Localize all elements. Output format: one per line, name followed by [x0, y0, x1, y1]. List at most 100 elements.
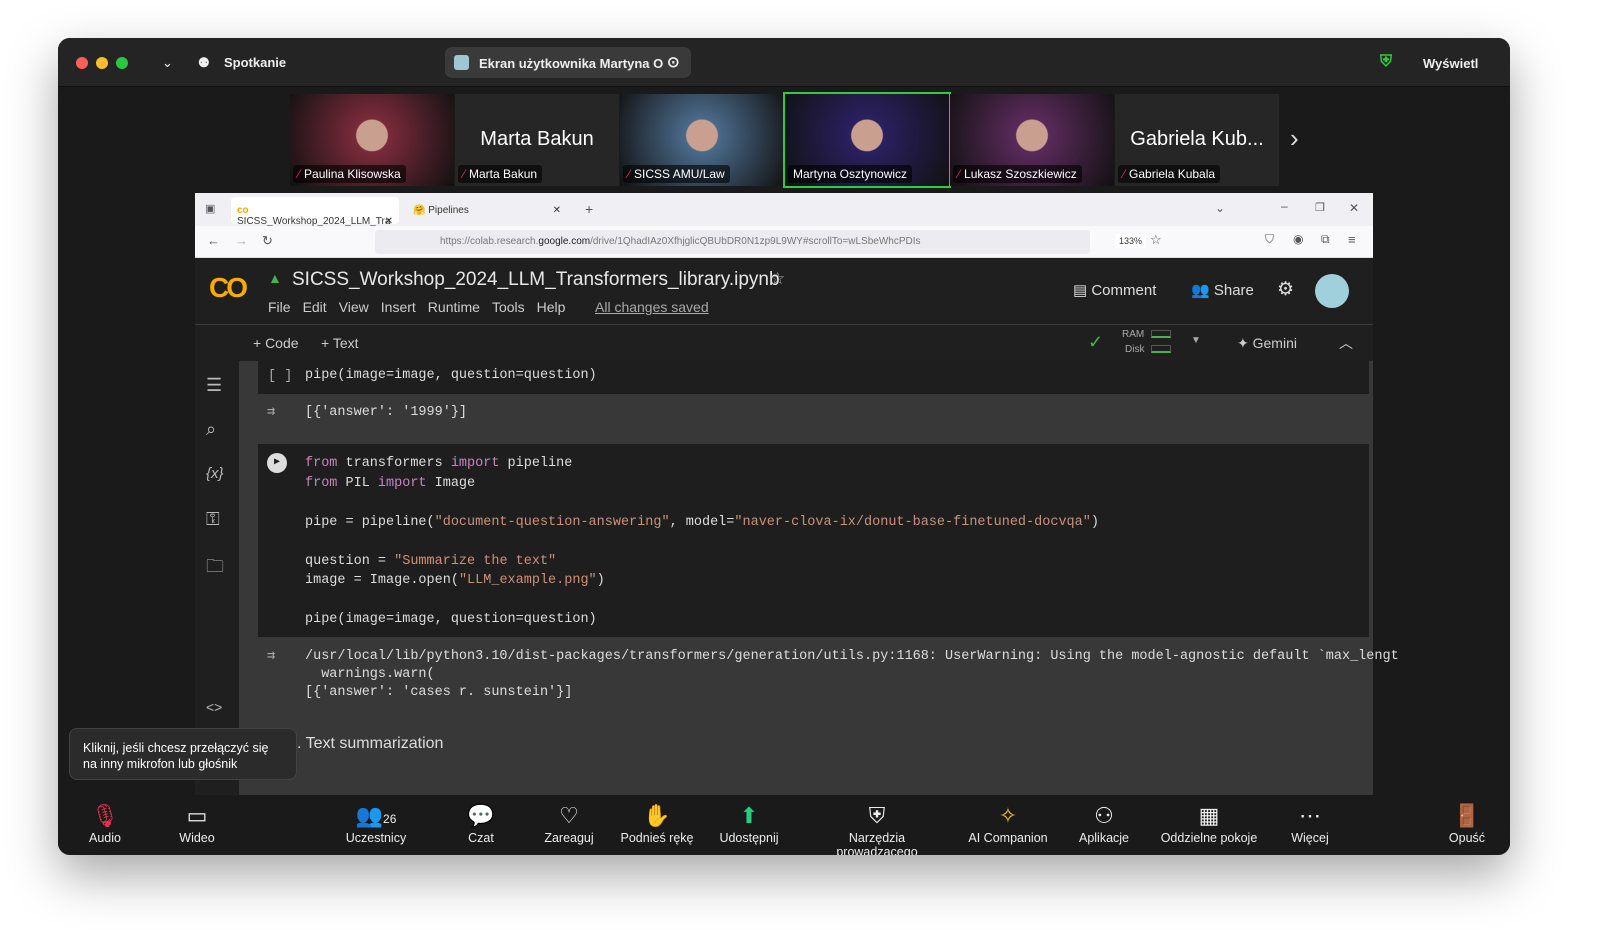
menu-insert[interactable]: Insert: [381, 299, 416, 315]
toolbar-aplikacje[interactable]: ⚇ Aplikacje: [1044, 803, 1164, 845]
wideo-icon: ▭: [186, 803, 208, 828]
add-text-button[interactable]: + Text: [321, 335, 359, 351]
tab-pipelines[interactable]: 🤗 Pipelines ✕: [407, 197, 567, 224]
share-button[interactable]: 👥 Share: [1191, 281, 1254, 299]
key-icon[interactable]: ⚿: [206, 509, 220, 530]
toolbar-label: Zareaguj: [544, 831, 594, 845]
code-cell[interactable]: ▶ from transformers import pipeline from…: [258, 444, 1369, 637]
variables-icon[interactable]: {x}: [206, 465, 224, 482]
add-code-button[interactable]: + Code: [253, 335, 299, 351]
mic-muted-icon: ⁄: [1123, 167, 1126, 181]
notebook-toolbar: + Code + Text ✓ RAM Disk ▼ ✦ Gemini ︿: [195, 325, 1373, 361]
minimize-window-button[interactable]: [96, 57, 108, 69]
code-snippets-icon[interactable]: <>: [206, 699, 222, 715]
toolbar-label: Uczestnicy: [345, 831, 407, 845]
toolbar-narzędzia-prowadzącego[interactable]: ⛨ Narzędzia prowadzącego: [817, 803, 937, 855]
participant-tile[interactable]: Marta Bakun ⁄ Marta Bakun: [455, 94, 619, 186]
participant-tile[interactable]: ⁄ Paulina Klisowska: [290, 94, 454, 186]
view-button[interactable]: Wyświetl: [1423, 56, 1478, 71]
minimize-button[interactable]: –: [1281, 199, 1288, 213]
close-window-button[interactable]: ✕: [1349, 201, 1359, 215]
menu-view[interactable]: View: [339, 299, 369, 315]
pocket-icon[interactable]: ⛉: [1265, 232, 1274, 247]
cell-output: [{'answer': '1999'}]: [305, 405, 468, 420]
output-toggle-icon[interactable]: ⇉: [267, 403, 275, 420]
run-cell-button[interactable]: ▶: [267, 453, 287, 473]
menu-icon[interactable]: ≡: [1348, 232, 1356, 247]
next-page-icon[interactable]: ›: [1290, 123, 1299, 154]
participant-tile[interactable]: ⁄ Lukasz Szoszkiewicz: [950, 94, 1114, 186]
participant-tile[interactable]: Martyna Osztynowicz: [783, 92, 951, 188]
gemini-button[interactable]: ✦ Gemini: [1237, 335, 1297, 352]
account-icon[interactable]: ◉: [1293, 232, 1303, 246]
participant-name: ⁄ Marta Bakun: [458, 165, 543, 183]
menu-tools[interactable]: Tools: [492, 299, 525, 315]
zoom-level[interactable]: 133%: [1115, 234, 1147, 248]
cell-code[interactable]: pipe(image=image, question=question): [258, 361, 1369, 386]
participant-count: 26: [383, 812, 397, 826]
menu-edit[interactable]: Edit: [303, 299, 327, 315]
colab-logo[interactable]: CO: [209, 272, 248, 304]
section-heading[interactable]: . Text summarization: [297, 735, 443, 753]
comment-button[interactable]: ▤ Comment: [1073, 281, 1156, 299]
star-icon[interactable]: ☆: [770, 269, 785, 289]
url-path: /drive/1QhadIAz0XfhjglicQBUbDR0N1zp9L9WY…: [590, 236, 921, 247]
participant-name-text: Martyna Osztynowicz: [793, 167, 908, 181]
more-icon[interactable]: ⊙: [667, 53, 680, 71]
close-icon[interactable]: ✕: [553, 205, 561, 216]
toolbar-więcej[interactable]: ⋯ Więcej: [1250, 803, 1370, 845]
chevron-down-icon[interactable]: ⌄: [162, 55, 173, 71]
chevron-down-icon[interactable]: ⌄: [1215, 201, 1225, 215]
url-prefix: https://colab.research.: [440, 236, 539, 247]
tab-colab[interactable]: co SICSS_Workshop_2024_LLM_Tra ✕: [231, 197, 399, 227]
save-status[interactable]: All changes saved: [595, 299, 709, 315]
meeting-title[interactable]: Spotkanie: [224, 55, 286, 70]
gear-icon[interactable]: ⚙: [1277, 278, 1294, 301]
uczestnicy-icon: 👥26: [355, 803, 397, 828]
reload-icon[interactable]: ↻: [262, 233, 273, 249]
code-cell[interactable]: [ ] pipe(image=image, question=question): [258, 361, 1369, 394]
participant-tile[interactable]: ⁄ SICSS AMU/Law: [620, 94, 784, 186]
toc-icon[interactable]: ☰: [206, 375, 222, 396]
toolbar-uczestnicy[interactable]: 👥26 Uczestnicy: [316, 803, 436, 845]
menu-file[interactable]: File: [268, 299, 291, 315]
menu-help[interactable]: Help: [537, 299, 566, 315]
toolbar-label: AI Companion: [968, 831, 1048, 845]
back-icon[interactable]: ←: [207, 233, 220, 248]
check-icon: ✓: [1088, 332, 1104, 352]
meeting-title-bar: ⌄ ⚉ Spotkanie Ekran użytkownika Martyna …: [58, 38, 1510, 87]
chevron-up-icon[interactable]: ︿: [1339, 333, 1353, 353]
close-window-button[interactable]: [76, 57, 88, 69]
share-label: Ekran użytkownika Martyna O: [479, 56, 664, 71]
toolbar-opuść[interactable]: 🚪 Opuść: [1407, 803, 1510, 845]
folder-icon[interactable]: 🗀: [206, 554, 224, 584]
participant-display-name: Gabriela Kub...: [1130, 128, 1264, 150]
new-tab-button[interactable]: +: [585, 201, 593, 217]
participant-name-text: Gabriela Kubala: [1129, 167, 1216, 181]
forward-icon[interactable]: →: [235, 233, 248, 248]
restore-button[interactable]: ❐: [1315, 201, 1325, 214]
star-icon[interactable]: ☆: [1150, 232, 1162, 248]
browser-window: ▣ co SICSS_Workshop_2024_LLM_Tra ✕ 🤗 Pipe…: [195, 193, 1399, 795]
participant-tile[interactable]: Gabriela Kub... ⁄ Gabriela Kubala: [1115, 94, 1279, 186]
avatar[interactable]: [1315, 274, 1349, 308]
więcej-icon: ⋯: [1299, 803, 1321, 828]
output-toggle-icon[interactable]: ⇉: [267, 647, 275, 664]
warning-line: /usr/local/lib/python3.10/dist-packages/…: [305, 649, 1399, 664]
caret-down-icon[interactable]: ▼: [1191, 335, 1201, 346]
notebook-title[interactable]: SICSS_Workshop_2024_LLM_Transformers_lib…: [292, 269, 780, 291]
participant-name: Martyna Osztynowicz: [788, 165, 913, 183]
search-icon[interactable]: ⌕: [206, 419, 216, 440]
menu-runtime[interactable]: Runtime: [428, 299, 480, 315]
tab-list-icon[interactable]: ▣: [205, 202, 215, 215]
maximize-window-button[interactable]: [116, 57, 128, 69]
cell-output: /usr/local/lib/python3.10/dist-packages/…: [305, 648, 1399, 702]
cell-run-status[interactable]: [ ]: [268, 369, 292, 384]
colab-header: CO ▲ SICSS_Workshop_2024_LLM_Transformer…: [195, 258, 1373, 325]
toolbar-wideo[interactable]: ▭ Wideo: [137, 803, 257, 845]
url-input[interactable]: https://colab.research.google.com/drive/…: [375, 230, 1090, 254]
cell-code[interactable]: from transformers import pipeline from P…: [258, 444, 1369, 630]
toolbar-udostępnij[interactable]: ⬆ Udostępnij: [689, 803, 809, 845]
screen-share-indicator[interactable]: Ekran użytkownika Martyna O ⊙: [445, 47, 691, 78]
extensions-icon[interactable]: ⧉: [1321, 232, 1330, 247]
